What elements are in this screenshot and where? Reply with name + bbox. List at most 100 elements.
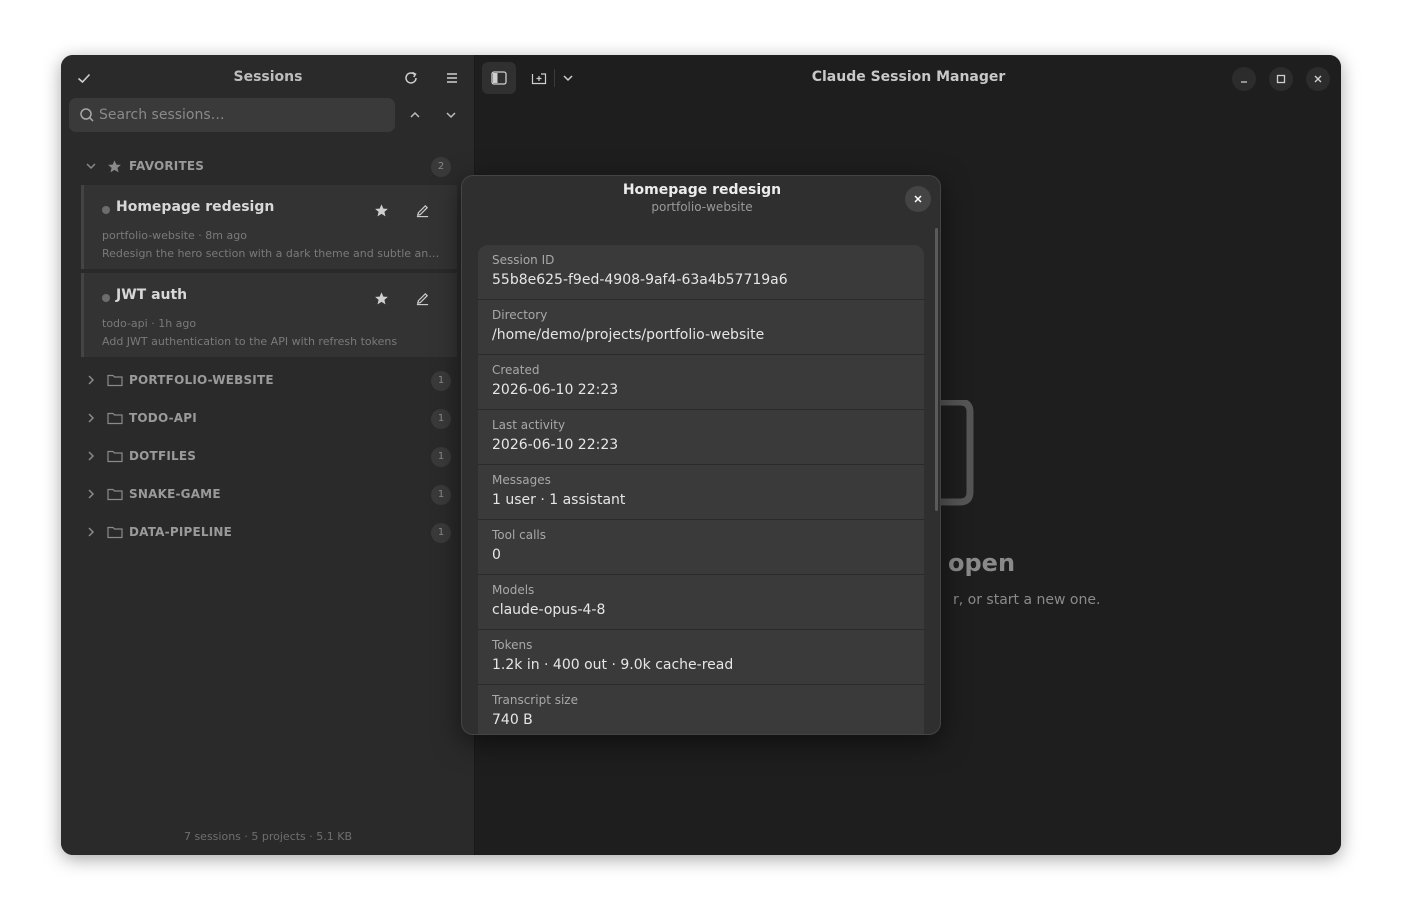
- new-tab-icon: [531, 73, 547, 85]
- session-meta: todo-api · 1h ago: [102, 317, 197, 330]
- sidebar-icon: [491, 71, 507, 85]
- project-count-badge: 1: [431, 523, 451, 543]
- folder-icon: [107, 374, 123, 387]
- hamburger-menu-icon: [447, 73, 457, 83]
- session-card[interactable]: Homepage redesign portfolio-website · 8m…: [81, 185, 457, 269]
- next-match-button[interactable]: [438, 102, 464, 128]
- property-row: Messages 1 user · 1 assistant: [478, 465, 924, 520]
- session-meta: portfolio-website · 8m ago: [102, 229, 247, 242]
- previous-match-button[interactable]: [402, 102, 428, 128]
- property-label: Directory: [492, 308, 548, 322]
- project-count-badge: 1: [431, 371, 451, 391]
- empty-state-subtitle: r, or start a new one.: [953, 592, 1101, 608]
- dialog-subtitle: portfolio-website: [651, 200, 753, 214]
- chevron-right-icon: [88, 375, 95, 385]
- project-group-header[interactable]: PORTFOLIO-WEBSITE 1: [81, 366, 457, 396]
- project-group-header[interactable]: DATA-PIPELINE 1: [81, 518, 457, 548]
- edit-icon: [416, 204, 428, 217]
- chevron-up-icon: [410, 111, 420, 118]
- property-row: Session ID 55b8e625-f9ed-4908-9af4-63a4b…: [478, 245, 924, 300]
- property-row: Directory /home/demo/projects/portfolio-…: [478, 300, 924, 355]
- search-icon: [80, 108, 94, 122]
- chevron-right-icon: [88, 413, 95, 423]
- minimize-button[interactable]: [1232, 67, 1256, 91]
- chevron-down-icon: [86, 163, 96, 170]
- dialog-title: Homepage redesign: [622, 182, 782, 198]
- new-session-dropdown-button[interactable]: [558, 62, 578, 94]
- property-label: Created: [492, 363, 540, 377]
- folder-icon: [107, 450, 123, 463]
- favorites-count-badge: 2: [431, 157, 451, 177]
- property-row: Transcript size 740 B: [478, 685, 924, 734]
- close-window-button[interactable]: [1306, 67, 1330, 91]
- property-value: 55b8e625-f9ed-4908-9af4-63a4b57719a6: [492, 272, 788, 288]
- property-label: Last activity: [492, 418, 566, 432]
- rename-button[interactable]: [410, 286, 434, 310]
- dialog-scrollbar[interactable]: [935, 228, 938, 511]
- chevron-down-icon: [446, 112, 456, 119]
- property-row: Created 2026-06-10 22:23: [478, 355, 924, 410]
- favorite-button[interactable]: [369, 286, 393, 310]
- refresh-button[interactable]: [397, 64, 425, 92]
- property-value: 0: [492, 547, 501, 563]
- maximize-button[interactable]: [1269, 67, 1293, 91]
- menu-button[interactable]: [438, 64, 466, 92]
- app-window: Sessions FAVORITES 2: [61, 55, 1341, 855]
- project-label: TODO-API: [129, 411, 197, 425]
- folder-icon: [107, 526, 123, 539]
- property-label: Transcript size: [492, 693, 578, 707]
- project-count-badge: 1: [431, 447, 451, 467]
- status-dot: [102, 206, 110, 214]
- search-input[interactable]: [99, 98, 389, 132]
- app-title: Claude Session Manager: [811, 69, 1006, 85]
- favorite-button[interactable]: [369, 198, 393, 222]
- folder-icon: [107, 488, 123, 501]
- new-session-button[interactable]: [528, 62, 550, 94]
- project-group-header[interactable]: DOTFILES 1: [81, 442, 457, 472]
- dialog-close-button[interactable]: [905, 186, 931, 212]
- status-dot: [102, 294, 110, 302]
- sidebar: Sessions FAVORITES 2: [61, 55, 475, 855]
- close-icon: [1314, 75, 1322, 83]
- refresh-icon: [405, 71, 417, 84]
- star-icon: [374, 203, 388, 216]
- header-bar: Claude Session Manager: [476, 55, 1341, 101]
- property-value: 2026-06-10 22:23: [492, 437, 619, 453]
- property-value: /home/demo/projects/portfolio-website: [492, 327, 765, 343]
- property-label: Models: [492, 583, 535, 597]
- property-label: Tokens: [492, 638, 533, 652]
- chevron-right-icon: [88, 451, 95, 461]
- project-count-badge: 1: [431, 485, 451, 505]
- property-label: Tool calls: [492, 528, 546, 542]
- maximize-icon: [1276, 74, 1286, 84]
- empty-state-title: open: [948, 549, 1016, 577]
- property-value: 2026-06-10 22:23: [492, 382, 619, 398]
- toggle-sidebar-button[interactable]: [482, 62, 516, 94]
- star-icon: [108, 160, 121, 173]
- property-label: Session ID: [492, 253, 555, 267]
- project-group-header[interactable]: TODO-API 1: [81, 404, 457, 434]
- session-description: Redesign the hero section with a dark th…: [102, 247, 442, 260]
- chevron-down-icon: [563, 75, 573, 82]
- search-row: [69, 98, 471, 132]
- session-title: Homepage redesign: [116, 199, 275, 215]
- project-label: DOTFILES: [129, 449, 197, 463]
- folder-icon: [107, 412, 123, 425]
- sidebar-footer-stats: 7 sessions · 5 projects · 5.1 KB: [183, 830, 353, 843]
- sidebar-header: Sessions: [61, 55, 475, 101]
- favorites-group-header[interactable]: FAVORITES 2: [81, 152, 457, 182]
- star-icon: [374, 291, 388, 304]
- property-value: claude-opus-4-8: [492, 602, 606, 618]
- property-row: Models claude-opus-4-8: [478, 575, 924, 630]
- property-value: 1 user · 1 assistant: [492, 492, 626, 508]
- properties-list: Session ID 55b8e625-f9ed-4908-9af4-63a4b…: [478, 245, 924, 734]
- rename-button[interactable]: [410, 198, 434, 222]
- project-count-badge: 1: [431, 409, 451, 429]
- session-card[interactable]: JWT auth todo-api · 1h ago Add JWT authe…: [81, 273, 457, 357]
- minimize-icon: [1241, 81, 1247, 83]
- project-group-header[interactable]: SNAKE-GAME 1: [81, 480, 457, 510]
- chevron-right-icon: [88, 489, 95, 499]
- property-row: Tool calls 0: [478, 520, 924, 575]
- chevron-right-icon: [88, 527, 95, 537]
- search-box: [69, 98, 395, 132]
